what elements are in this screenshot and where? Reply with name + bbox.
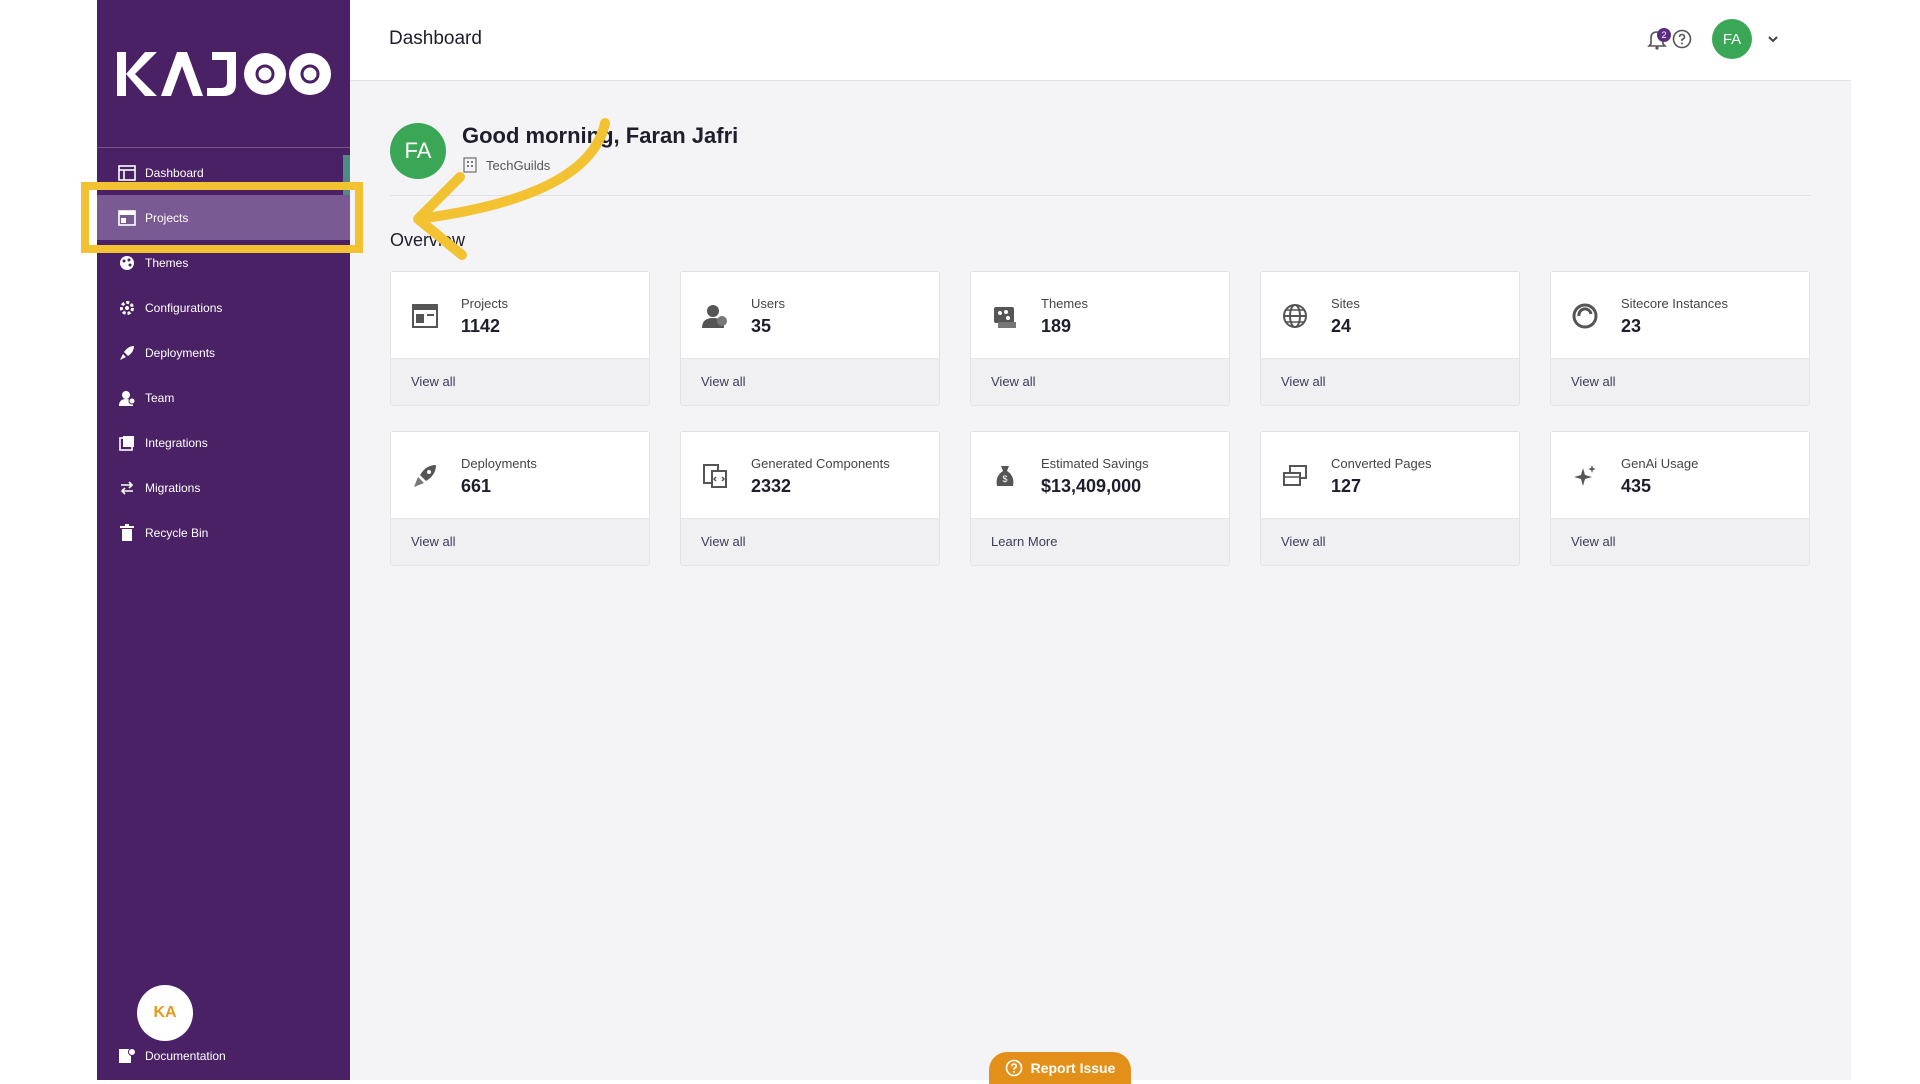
view-all-link[interactable]: View all	[991, 374, 1036, 389]
sidebar-item-label: Deployments	[145, 345, 216, 360]
learn-more-link[interactable]: Learn More	[991, 534, 1057, 549]
themes-icon	[117, 253, 137, 273]
sidebar-item-deployments[interactable]: Deployments	[97, 330, 350, 375]
users-icon	[702, 305, 727, 328]
kajoo-logo[interactable]	[117, 50, 332, 98]
sidebar-item-documentation[interactable]: Documentation	[117, 1045, 226, 1067]
tutorial-arrow	[413, 118, 610, 260]
stat-label: Themes	[1041, 296, 1088, 311]
sidebar-item-recycle-bin[interactable]: Recycle Bin	[97, 510, 350, 555]
report-issue-button[interactable]: Report Issue	[989, 1052, 1131, 1084]
sidebar: Dashboard Projects Themes Configurations…	[97, 0, 350, 1080]
stat-card-converted-pages: Converted Pages 127 View all	[1260, 431, 1520, 566]
chevron-down-icon[interactable]	[1766, 32, 1780, 46]
stat-label: Generated Components	[751, 456, 890, 471]
sidebar-divider	[97, 147, 350, 148]
themes-icon	[994, 307, 1016, 328]
documentation-logo-text: KA	[153, 1004, 177, 1021]
stat-label: Projects	[461, 296, 508, 311]
sidebar-item-team[interactable]: Team	[97, 375, 350, 420]
stat-card-sites: Sites 24 View all	[1260, 271, 1520, 406]
documentation-icon	[117, 1046, 137, 1066]
view-all-link[interactable]: View all	[701, 534, 746, 549]
sidebar-item-label: Integrations	[145, 435, 208, 450]
stat-card-estimated-savings: $ Estimated Savings $13,409,000 Learn Mo…	[970, 431, 1230, 566]
savings-icon: $	[996, 466, 1014, 486]
stat-card-sitecore-instances: Sitecore Instances 23 View all	[1550, 271, 1810, 406]
sidebar-item-configurations[interactable]: Configurations	[97, 285, 350, 330]
stat-value: $13,409,000	[1041, 476, 1142, 496]
stat-value: 189	[1041, 316, 1072, 336]
stat-value: 127	[1331, 476, 1362, 496]
stat-card-projects: Projects 1142 View all	[390, 271, 650, 406]
gear-icon	[117, 298, 137, 318]
stat-value: 661	[461, 476, 492, 496]
stat-card-deployments: Deployments 661 View all	[390, 431, 650, 566]
rocket-icon	[414, 465, 436, 487]
stat-card-genai-usage: GenAi Usage 435 View all	[1550, 431, 1810, 566]
components-icon	[703, 464, 727, 488]
stat-label: Sitecore Instances	[1621, 296, 1728, 311]
topbar: Dashboard 2 FA	[350, 0, 1851, 81]
view-all-link[interactable]: View all	[411, 374, 456, 389]
sparkle-icon	[1574, 465, 1596, 486]
report-issue-label: Report Issue	[1030, 1060, 1116, 1076]
documentation-logo[interactable]: KA	[137, 985, 193, 1041]
sidebar-item-label: Team	[145, 390, 175, 405]
sidebar-item-label: Configurations	[145, 300, 223, 315]
stat-value: 24	[1331, 316, 1352, 336]
sidebar-item-migrations[interactable]: Migrations	[97, 465, 350, 510]
view-all-link[interactable]: View all	[411, 534, 456, 549]
stat-label: Sites	[1331, 296, 1360, 311]
stat-label: Deployments	[461, 456, 537, 471]
sidebar-item-label: Dashboard	[145, 165, 204, 180]
sidebar-item-label: Migrations	[145, 480, 201, 495]
stat-card-themes: Themes 189 View all	[970, 271, 1230, 406]
highlight-projects	[81, 182, 363, 253]
pages-icon	[1283, 465, 1307, 486]
help-icon	[1005, 1059, 1022, 1077]
stat-value: 35	[751, 316, 772, 336]
view-all-link[interactable]: View all	[1571, 534, 1616, 549]
stat-label: Users	[751, 296, 785, 311]
page-title: Dashboard	[389, 28, 482, 49]
migrations-icon	[117, 478, 137, 498]
view-all-link[interactable]: View all	[701, 374, 746, 389]
sidebar-item-label: Documentation	[145, 1049, 226, 1063]
stat-label: Converted Pages	[1331, 456, 1432, 471]
sidebar-item-label: Recycle Bin	[145, 525, 209, 540]
stat-card-generated-components: Generated Components 2332 View all	[680, 431, 940, 566]
sidebar-item-integrations[interactable]: Integrations	[97, 420, 350, 465]
trash-icon	[117, 523, 137, 543]
team-icon	[117, 388, 137, 408]
stat-card-users: Users 35 View all	[680, 271, 940, 406]
dashboard-icon	[117, 163, 137, 183]
svg-text:$: $	[1002, 474, 1007, 484]
stat-value: 2332	[751, 476, 792, 496]
view-all-link[interactable]: View all	[1281, 534, 1326, 549]
notification-badge: 2	[1657, 28, 1671, 42]
app-shell: Dashboard Projects Themes Configurations…	[97, 0, 1851, 1080]
stat-label: Estimated Savings	[1041, 456, 1149, 471]
stat-value: 1142	[461, 316, 501, 336]
rocket-icon	[117, 343, 137, 363]
integrations-icon	[117, 433, 137, 453]
projects-icon	[412, 304, 438, 328]
sidebar-item-label: Themes	[145, 255, 189, 270]
stat-label: GenAi Usage	[1621, 456, 1699, 471]
view-all-link[interactable]: View all	[1571, 374, 1616, 389]
stat-value: 23	[1621, 316, 1642, 336]
view-all-link[interactable]: View all	[1281, 374, 1326, 389]
help-icon[interactable]	[1672, 29, 1692, 49]
stat-value: 435	[1621, 476, 1652, 496]
globe-icon	[1283, 304, 1307, 328]
user-avatar[interactable]: FA	[1712, 19, 1752, 59]
sitecore-icon	[1572, 303, 1598, 329]
